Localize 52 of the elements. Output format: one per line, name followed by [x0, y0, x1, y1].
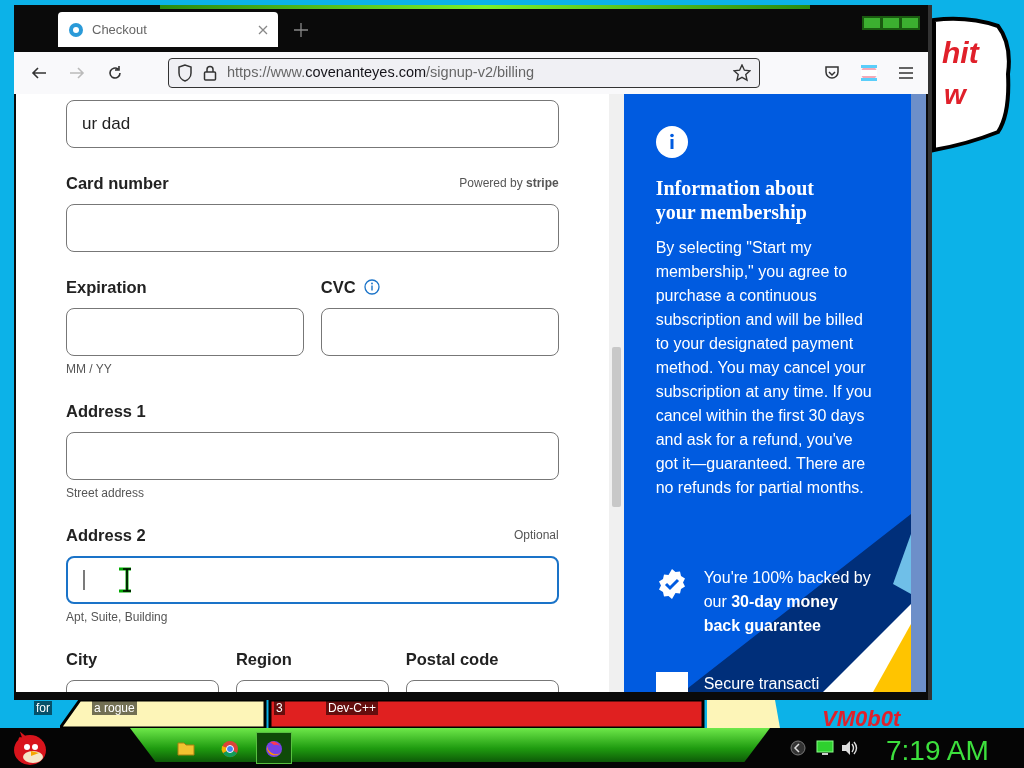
field-label: Expiration [66, 276, 147, 298]
new-tab-icon[interactable] [294, 23, 308, 37]
field-hint: MM / YY [66, 362, 113, 376]
desktop-icon-label[interactable]: Dev-C++ [326, 701, 379, 715]
close-icon[interactable] [258, 24, 268, 35]
guarantee-text: You're 100% backed by our 30-day money back guarantee [703, 568, 872, 636]
field-label: Address 2 [66, 524, 146, 546]
wallpaper-text: hit [942, 35, 979, 71]
clock[interactable]: 7:19 AM [886, 730, 989, 768]
input-field[interactable] [66, 204, 559, 252]
scrollbar[interactable] [911, 94, 926, 692]
desktop-icon-label[interactable]: 3 [274, 701, 285, 715]
field-label: Address 1 [66, 400, 146, 422]
desktop-icon-label[interactable]: a rogue [92, 701, 137, 715]
scrollbar[interactable] [608, 94, 624, 692]
window-controls-icon[interactable] [862, 16, 920, 30]
star-icon[interactable] [733, 64, 751, 82]
secure-transaction-text: Secure transacti [703, 674, 820, 692]
info-icon[interactable] [363, 279, 380, 295]
menu-icon[interactable] [898, 66, 914, 80]
field-label: CVC [320, 276, 356, 298]
field-note: Powered by stripe [459, 175, 559, 192]
address-bar[interactable]: https://www.covenanteyes.com/signup-v2/billing [168, 58, 760, 88]
input-field[interactable] [66, 308, 304, 356]
tab-title: Checkout [92, 20, 148, 39]
text-cursor-icon [83, 566, 133, 594]
scrollbar-thumb[interactable] [611, 347, 621, 507]
reload-icon[interactable] [107, 65, 123, 81]
field-hint: Street address [66, 486, 146, 500]
site-icon [68, 21, 84, 38]
input-field[interactable] [66, 432, 559, 480]
desktop-icon-label[interactable]: for [34, 701, 52, 715]
speaker-icon[interactable] [840, 740, 858, 756]
input-field[interactable] [320, 308, 559, 356]
lock-icon[interactable] [203, 65, 217, 81]
field-label: City [66, 648, 98, 670]
membership-text: By selecting "Start my membership," you agree to purchase a continuous subscription and will be billed to your designated payment method. You may cancel your subscription at any time. If you cancel within the first 30 days and ask for a refund, you've got it—guaranteed. There are no refunds for partial months. [655, 238, 873, 498]
wallpaper-text: w [944, 78, 966, 112]
field-hint: Apt, Suite, Building [66, 610, 169, 624]
monitor-icon[interactable] [816, 740, 834, 756]
input-field[interactable] [66, 556, 559, 604]
field-note: Optional [513, 527, 559, 544]
browser-tab[interactable]: Checkout [58, 12, 278, 47]
input-field[interactable]: ur dad [66, 100, 559, 148]
back-arrow-icon[interactable] [31, 65, 47, 81]
field-label: Region [235, 648, 292, 670]
field-label: Postal code [405, 648, 499, 670]
pocket-icon[interactable] [824, 65, 840, 81]
field-label: Card number [66, 172, 169, 194]
info-icon [655, 126, 688, 158]
panel-heading: Information about your membership [655, 176, 815, 224]
wallpaper-text: VM0b0t [822, 705, 901, 733]
